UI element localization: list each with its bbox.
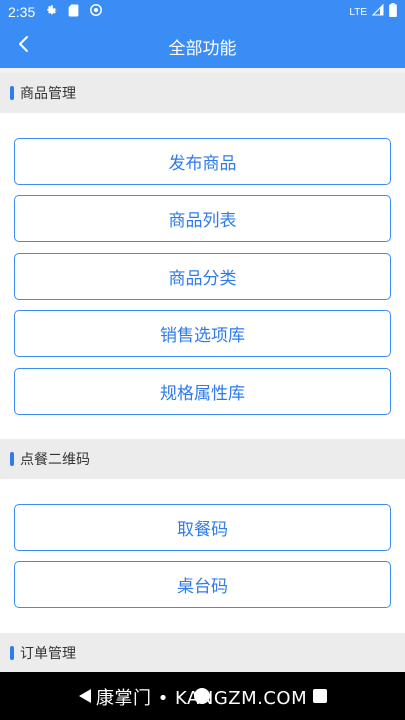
nav-back-icon[interactable] bbox=[78, 688, 92, 708]
system-nav-bar: 康掌门 • KANGZM.COM bbox=[0, 672, 405, 720]
section-title: 订单管理 bbox=[20, 646, 76, 662]
signal-icon bbox=[371, 3, 384, 20]
nav-recents-icon[interactable] bbox=[313, 689, 327, 703]
section-marker bbox=[10, 452, 14, 466]
network-type: LTE bbox=[349, 6, 367, 18]
section-title: 点餐二维码 bbox=[20, 452, 90, 468]
app-bar: 全部功能 bbox=[0, 24, 405, 68]
section-title: 商品管理 bbox=[20, 86, 76, 102]
status-bar: 2:35 LTE bbox=[0, 0, 405, 24]
gear-icon bbox=[45, 4, 58, 21]
section-header-product-management: 商品管理 bbox=[0, 73, 405, 113]
product-list-button[interactable]: 商品列表 bbox=[14, 195, 391, 242]
section-body-order-qrcode: 取餐码 桌台码 bbox=[0, 479, 405, 633]
section-body-product-management: 发布商品 商品列表 商品分类 销售选项库 规格属性库 bbox=[0, 113, 405, 439]
spec-attributes-button[interactable]: 规格属性库 bbox=[14, 368, 391, 415]
status-time: 2:35 bbox=[8, 4, 36, 20]
section-header-order-qrcode: 点餐二维码 bbox=[0, 439, 405, 479]
sync-icon bbox=[89, 3, 103, 21]
pickup-code-button[interactable]: 取餐码 bbox=[14, 504, 391, 551]
publish-product-button[interactable]: 发布商品 bbox=[14, 138, 391, 185]
table-code-button[interactable]: 桌台码 bbox=[14, 561, 391, 608]
sales-options-button[interactable]: 销售选项库 bbox=[14, 310, 391, 357]
battery-icon bbox=[389, 3, 397, 21]
section-header-order-management: 订单管理 bbox=[0, 633, 405, 673]
back-button[interactable] bbox=[8, 30, 40, 62]
page-title: 全部功能 bbox=[168, 38, 237, 59]
product-category-button[interactable]: 商品分类 bbox=[14, 253, 391, 300]
section-marker bbox=[10, 86, 14, 100]
chevron-left-icon bbox=[17, 35, 31, 57]
watermark: 康掌门 • KANGZM.COM bbox=[96, 688, 308, 709]
section-marker bbox=[10, 646, 14, 660]
sd-card-icon bbox=[68, 4, 79, 21]
